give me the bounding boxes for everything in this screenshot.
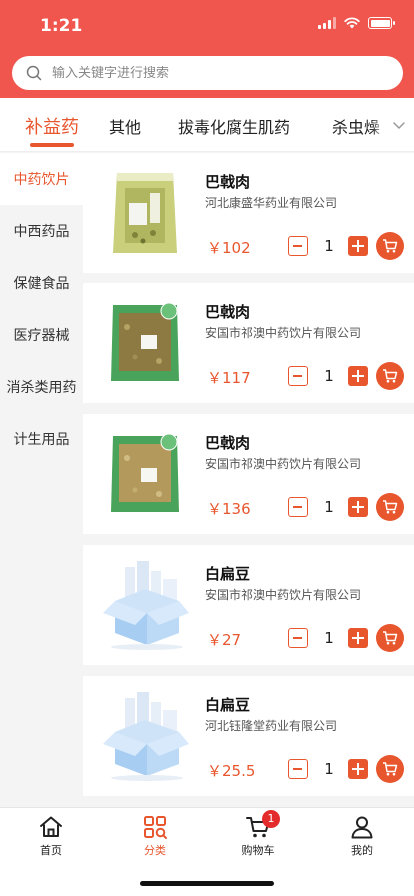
- tabbar-item-home[interactable]: 首页: [21, 814, 81, 858]
- tabbar-item-mine[interactable]: 我的: [332, 814, 392, 858]
- decrease-quantity-button[interactable]: [288, 366, 308, 386]
- category-icon: [144, 816, 167, 839]
- tabbar-item-category[interactable]: 分类: [125, 814, 185, 858]
- status-icons: [318, 17, 395, 29]
- active-tab-indicator: [30, 143, 74, 147]
- product-price: ￥27: [207, 631, 242, 649]
- product-name: 白扁豆: [205, 696, 251, 714]
- product-card[interactable]: 巴戟肉 安国市祁澳中药饮片有限公司 ￥117 1: [83, 283, 414, 403]
- quantity-value: 1: [324, 367, 334, 385]
- product-name: 白扁豆: [205, 565, 251, 583]
- increase-quantity-button[interactable]: [348, 759, 368, 779]
- sidebar: 中药饮片 中西药品 保健食品 医疗器械 消杀类用药 计生用品: [0, 153, 83, 807]
- add-to-cart-button[interactable]: [376, 362, 404, 390]
- battery-icon: [368, 17, 395, 29]
- product-list: 巴戟肉 河北康盛华药业有限公司 ￥102 1 巴戟肉 安国市祁澳中药饮片有限公司…: [83, 153, 414, 807]
- expand-tabs-button[interactable]: [384, 98, 414, 151]
- sidebar-item-ji-sheng-yong-pin[interactable]: 计生用品: [0, 413, 83, 465]
- tab-bu-yi-yao[interactable]: 补益药: [25, 113, 79, 139]
- decrease-quantity-button[interactable]: [288, 759, 308, 779]
- chevron-down-icon: [393, 121, 405, 129]
- tabbar-item-cart[interactable]: 1 购物车: [228, 810, 288, 858]
- cart-icon: [383, 239, 398, 253]
- product-price: ￥25.5: [207, 762, 256, 780]
- increase-quantity-button[interactable]: [348, 366, 368, 386]
- sidebar-item-zhong-xi-yao-pin[interactable]: 中西药品: [0, 205, 83, 257]
- quantity-value: 1: [324, 760, 334, 778]
- add-to-cart-button[interactable]: [376, 493, 404, 521]
- tab-qi-ta[interactable]: 其他: [109, 114, 141, 138]
- sidebar-item-yi-liao-qi-xie[interactable]: 医疗器械: [0, 309, 83, 361]
- header: 1:21: [0, 0, 414, 98]
- decrease-quantity-button[interactable]: [288, 236, 308, 256]
- product-price: ￥102: [207, 239, 251, 257]
- product-name: 巴戟肉: [205, 434, 251, 452]
- home-icon: [40, 816, 62, 837]
- add-to-cart-button[interactable]: [376, 624, 404, 652]
- product-card[interactable]: 白扁豆 河北钰隆堂药业有限公司 ￥25.5 1: [83, 676, 414, 796]
- increase-quantity-button[interactable]: [348, 236, 368, 256]
- signal-icon: [318, 17, 336, 29]
- tabbar-label-home: 首页: [40, 844, 62, 857]
- sidebar-item-zhong-yao-yin-pian[interactable]: 中药饮片: [0, 153, 83, 205]
- decrease-quantity-button[interactable]: [288, 497, 308, 517]
- tab-ba-du-hua-fu-sheng-ji-yao[interactable]: 拔毒化腐生肌药: [178, 114, 290, 138]
- status-bar: 1:21: [0, 0, 414, 50]
- home-indicator: [140, 881, 274, 886]
- user-icon: [351, 816, 373, 839]
- cart-icon: [383, 631, 398, 645]
- product-manufacturer: 安国市祁澳中药饮片有限公司: [205, 457, 362, 471]
- product-manufacturer: 安国市祁澳中药饮片有限公司: [205, 588, 362, 602]
- product-image-placeholder: [95, 686, 195, 786]
- search-bar[interactable]: [12, 56, 403, 90]
- increase-quantity-button[interactable]: [348, 628, 368, 648]
- quantity-value: 1: [324, 629, 334, 647]
- product-price: ￥117: [207, 369, 251, 387]
- product-card[interactable]: 巴戟肉 安国市祁澳中药饮片有限公司 ￥136 1: [83, 414, 414, 534]
- product-price: ￥136: [207, 500, 251, 518]
- tabbar-label-category: 分类: [144, 844, 166, 857]
- cart-icon: [383, 369, 398, 383]
- product-card[interactable]: 巴戟肉 河北康盛华药业有限公司 ￥102 1: [83, 153, 414, 273]
- increase-quantity-button[interactable]: [348, 497, 368, 517]
- add-to-cart-button[interactable]: [376, 755, 404, 783]
- product-manufacturer: 河北钰隆堂药业有限公司: [205, 719, 338, 733]
- tabbar-label-mine: 我的: [351, 844, 373, 857]
- product-image: [95, 293, 195, 393]
- sidebar-item-xiao-sha-lei-yong-yao[interactable]: 消杀类用药: [0, 361, 83, 413]
- tabbar-label-cart: 购物车: [241, 844, 275, 857]
- decrease-quantity-button[interactable]: [288, 628, 308, 648]
- wifi-icon: [344, 17, 360, 29]
- product-image-placeholder: [95, 555, 195, 655]
- cart-icon: [383, 762, 398, 776]
- product-name: 巴戟肉: [205, 173, 251, 191]
- cart-count-badge: 1: [262, 810, 280, 828]
- search-icon: [26, 65, 42, 81]
- product-manufacturer: 河北康盛华药业有限公司: [205, 196, 338, 210]
- status-time: 1:21: [40, 16, 83, 36]
- product-card[interactable]: 白扁豆 安国市祁澳中药饮片有限公司 ￥27 1: [83, 545, 414, 665]
- tab-sha-chong-zao[interactable]: 杀虫燥: [332, 114, 380, 138]
- product-image: [95, 163, 195, 263]
- product-manufacturer: 安国市祁澳中药饮片有限公司: [205, 326, 362, 340]
- sidebar-item-bao-jian-shi-pin[interactable]: 保健食品: [0, 257, 83, 309]
- search-input[interactable]: [52, 65, 352, 81]
- add-to-cart-button[interactable]: [376, 232, 404, 260]
- quantity-value: 1: [324, 498, 334, 516]
- cart-icon: [383, 500, 398, 514]
- quantity-value: 1: [324, 237, 334, 255]
- product-image: [95, 424, 195, 524]
- category-tabs: 补益药 其他 拔毒化腐生肌药 杀虫燥: [0, 98, 414, 152]
- product-name: 巴戟肉: [205, 303, 251, 321]
